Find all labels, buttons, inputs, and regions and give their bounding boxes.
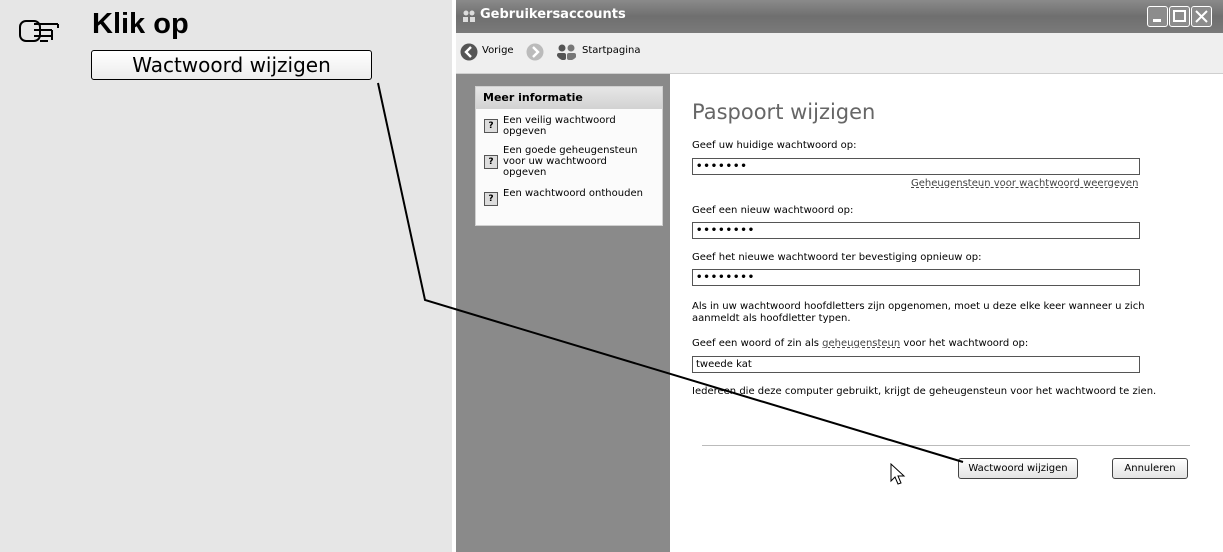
callout-pointer-line <box>377 82 964 463</box>
